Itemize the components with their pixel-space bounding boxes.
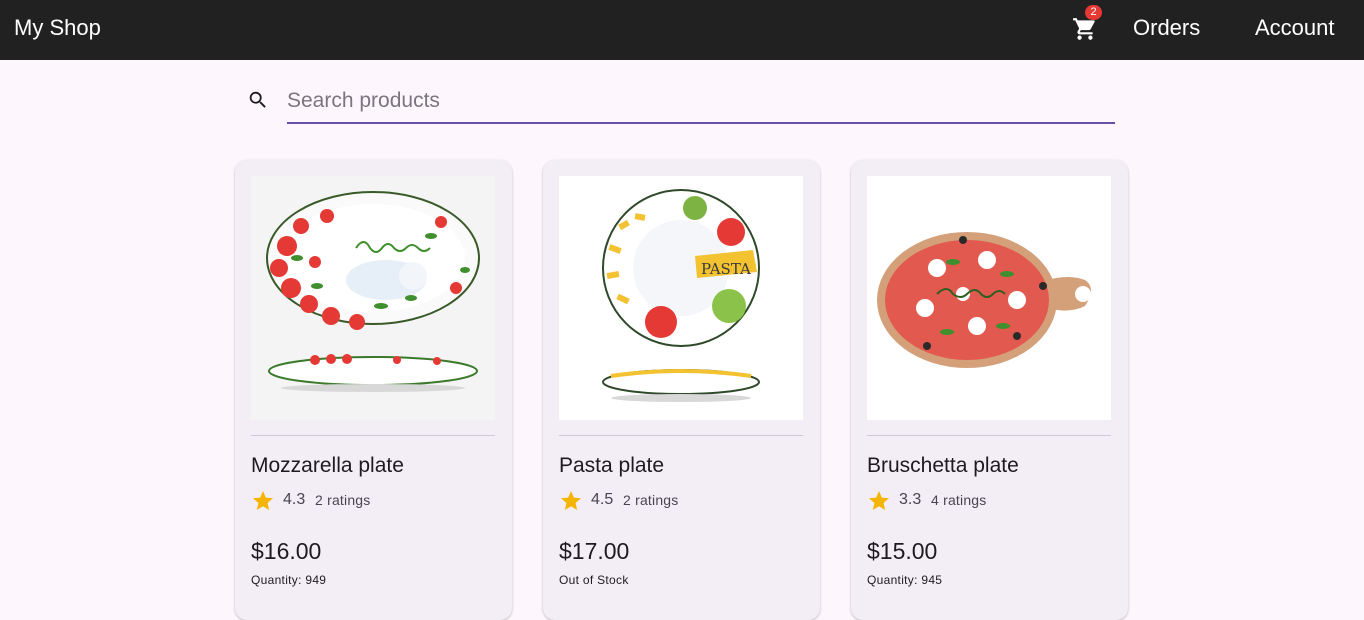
nav-account-link[interactable]: Account <box>1255 15 1335 41</box>
cart-count-badge: 2 <box>1085 5 1102 20</box>
shop-title[interactable]: My Shop <box>14 15 101 41</box>
product-image-pasta-plate: PASTA <box>559 176 803 420</box>
product-stock: Quantity: 945 <box>867 573 943 587</box>
star-icon <box>869 491 889 510</box>
product-rating: 3.3 <box>899 491 922 508</box>
product-card[interactable]: PASTA Pasta plate 4.5 2 ratings $17.00 O… <box>543 160 820 620</box>
product-card[interactable]: Bruschetta plate 3.3 4 ratings $15.00 Qu… <box>851 160 1128 620</box>
search-input[interactable] <box>287 82 1115 124</box>
product-name: Bruschetta plate <box>867 454 1019 477</box>
card-divider <box>867 435 1111 436</box>
product-image-bruschetta-plate <box>867 176 1111 420</box>
search-icon <box>249 91 266 108</box>
card-divider <box>559 435 803 436</box>
product-rating: 4.5 <box>591 491 614 508</box>
product-price: $16.00 <box>251 538 322 564</box>
top-app-bar: My Shop 2 Orders Account <box>0 0 1364 60</box>
product-name: Mozzarella plate <box>251 454 404 477</box>
nav-orders-link[interactable]: Orders <box>1133 15 1200 41</box>
ratings-count: 2 ratings <box>315 492 371 508</box>
ratings-count: 4 ratings <box>931 492 987 508</box>
product-price: $15.00 <box>867 538 938 564</box>
star-icon <box>561 491 581 510</box>
card-divider <box>251 435 495 436</box>
product-image-mozzarella-plate <box>251 176 495 420</box>
product-stock: Out of Stock <box>559 573 629 587</box>
product-rating: 4.3 <box>283 491 306 508</box>
product-price: $17.00 <box>559 538 630 564</box>
product-stock: Quantity: 949 <box>251 573 327 587</box>
svg-text:PASTA: PASTA <box>701 260 751 278</box>
ratings-count: 2 ratings <box>623 492 679 508</box>
star-icon <box>253 491 273 510</box>
product-name: Pasta plate <box>559 454 665 477</box>
product-card[interactable]: Mozzarella plate 4.3 2 ratings $16.00 Qu… <box>235 160 512 620</box>
